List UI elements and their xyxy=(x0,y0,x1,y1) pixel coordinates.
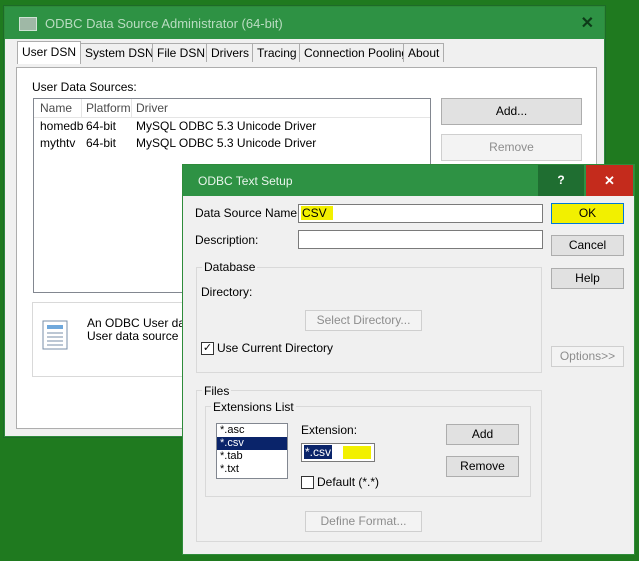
options-button[interactable]: Options>> xyxy=(551,346,624,367)
extension-value: *.csv xyxy=(304,445,333,459)
help-icon[interactable]: ? xyxy=(538,165,584,196)
use-current-directory-checkbox[interactable]: ✓ xyxy=(201,342,214,355)
admin-remove-button[interactable]: Remove xyxy=(441,134,582,161)
tab-system-dsn[interactable]: System DSN xyxy=(80,43,159,62)
text-setup-title-bar[interactable]: ODBC Text Setup ? ✕ xyxy=(183,165,634,196)
user-data-sources-label: User Data Sources: xyxy=(32,80,137,94)
help-button[interactable]: Help xyxy=(551,268,624,289)
admin-window-title: ODBC Data Source Administrator (64-bit) xyxy=(45,16,283,31)
data-source-icon xyxy=(42,320,68,350)
list-item[interactable]: *.tab xyxy=(217,450,287,463)
extension-add-button[interactable]: Add xyxy=(446,424,519,445)
info-text-line2: User data source is xyxy=(87,329,191,343)
column-header-platform[interactable]: Platform xyxy=(86,101,131,115)
admin-add-button[interactable]: Add... xyxy=(441,98,582,125)
column-header-driver[interactable]: Driver xyxy=(136,101,168,115)
list-header: Name Platform Driver xyxy=(34,99,430,118)
description-label: Description: xyxy=(195,233,259,247)
tab-drivers[interactable]: Drivers xyxy=(206,43,254,62)
row-platform: 64-bit xyxy=(86,136,117,150)
list-item[interactable]: mythtv 64-bit MySQL ODBC 5.3 Unicode Dri… xyxy=(34,135,430,152)
extension-label: Extension: xyxy=(301,423,358,437)
admin-close-icon[interactable]: ✕ xyxy=(581,13,594,33)
extensions-listbox[interactable]: *.asc *.csv *.tab *.txt xyxy=(216,423,288,479)
dsn-label: Data Source Name: xyxy=(195,206,301,220)
row-name: mythtv xyxy=(40,136,76,150)
tab-about[interactable]: About xyxy=(403,43,445,62)
tab-file-dsn[interactable]: File DSN xyxy=(152,43,211,62)
default-label: Default (*.*) xyxy=(317,475,380,489)
list-item[interactable]: *.asc xyxy=(217,424,287,437)
row-driver: MySQL ODBC 5.3 Unicode Driver xyxy=(136,136,317,150)
close-icon[interactable]: ✕ xyxy=(586,165,633,196)
info-text-line1: An ODBC User data xyxy=(87,316,196,330)
list-item[interactable]: homedb 64-bit MySQL ODBC 5.3 Unicode Dri… xyxy=(34,118,430,135)
default-checkbox[interactable] xyxy=(301,476,314,489)
cancel-button[interactable]: Cancel xyxy=(551,235,624,256)
column-header-name[interactable]: Name xyxy=(40,101,72,115)
directory-label: Directory: xyxy=(201,285,253,299)
row-platform: 64-bit xyxy=(86,119,117,133)
ok-button[interactable]: OK xyxy=(551,203,624,224)
tab-connection-pooling[interactable]: Connection Pooling xyxy=(299,43,414,62)
extension-remove-button[interactable]: Remove xyxy=(446,456,519,477)
list-item[interactable]: *.txt xyxy=(217,463,287,476)
admin-title-bar[interactable]: ODBC Data Source Administrator (64-bit) … xyxy=(5,7,604,39)
dsn-input[interactable]: CSV xyxy=(298,204,543,223)
text-setup-title: ODBC Text Setup xyxy=(198,174,293,188)
extension-input[interactable]: *.csv xyxy=(301,443,375,462)
odbc-app-icon xyxy=(19,17,37,31)
extension-highlight xyxy=(343,446,372,460)
define-format-button[interactable]: Define Format... xyxy=(305,511,422,532)
database-group-label: Database xyxy=(202,260,258,274)
ok-button-label: OK xyxy=(578,206,597,220)
row-driver: MySQL ODBC 5.3 Unicode Driver xyxy=(136,119,317,133)
files-group-label: Files xyxy=(202,384,232,398)
description-input[interactable] xyxy=(298,230,543,249)
use-current-directory-label: Use Current Directory xyxy=(217,341,334,355)
row-name: homedb xyxy=(40,119,84,133)
tab-user-dsn[interactable]: User DSN xyxy=(17,41,82,64)
extensions-list-label: Extensions List xyxy=(211,400,296,414)
dsn-value: CSV xyxy=(301,206,333,220)
tab-tracing[interactable]: Tracing xyxy=(252,43,302,62)
select-directory-button[interactable]: Select Directory... xyxy=(305,310,422,331)
list-item-selected[interactable]: *.csv xyxy=(217,437,287,450)
